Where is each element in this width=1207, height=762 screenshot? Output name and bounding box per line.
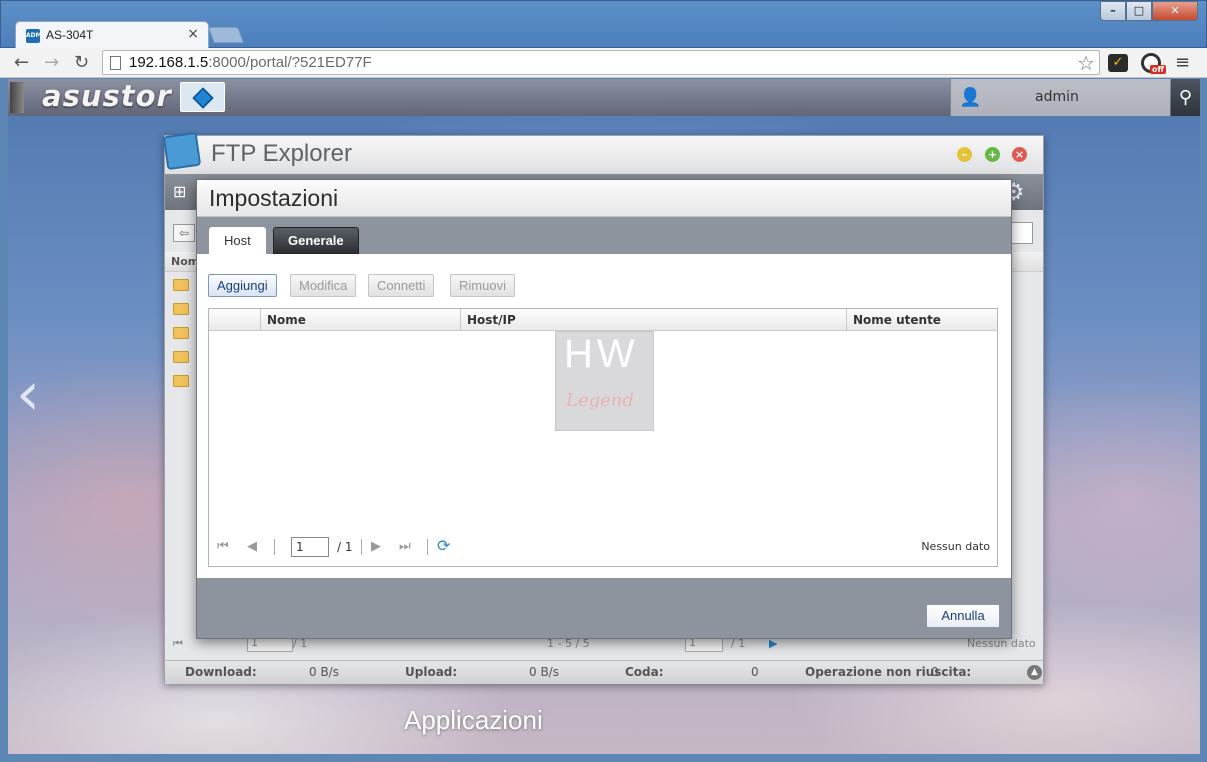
settings-dialog: Impostazioni Host Generale Aggiungi Modi… [196,179,1012,639]
close-window-icon[interactable]: ✕ [1152,1,1198,21]
folder-icon[interactable] [173,303,189,315]
refresh-icon[interactable]: ⟳ [437,536,450,555]
browser-menu-icon[interactable]: ≡ [1175,52,1190,73]
dialog-tabbar: Host Generale [197,218,1011,254]
cancel-button[interactable]: Annulla [926,604,1000,628]
pager-separator [274,539,275,555]
page-total: / 1 [337,540,353,554]
pager-separator [427,539,428,555]
column-nome-utente[interactable]: Nome utente [846,309,997,331]
user-icon: 👤 [959,87,982,108]
remove-host-button[interactable]: Rimuovi [450,274,515,297]
extension-badge: off [1150,65,1166,74]
connect-host-button[interactable]: Connetti [368,274,435,297]
adm-desktop: asustor 👤 admin ⚲ ‹ Applicazioni FTP Exp… [8,79,1200,754]
desktop-prev-arrow-icon[interactable]: ‹ [16,359,40,429]
download-value: 0 B/s [309,665,339,679]
next-page-icon[interactable]: ▶ [371,539,381,554]
username: admin [1035,89,1079,105]
folder-icon[interactable] [173,375,189,387]
last-page-icon[interactable]: ⏭ [399,539,411,554]
taskbar-grip[interactable] [10,82,24,113]
reload-icon[interactable]: ↻ [74,52,89,73]
browser-tab[interactable]: ADM AS-304T × [15,21,209,49]
url-path: :8000/portal/?521ED77F [208,54,372,71]
asustor-logo: asustor [42,79,172,113]
failed-value: 0 [931,665,939,679]
host-table-pager: ⏮ ◀ 1 / 1 ▶ ⏭ ⟳ Nessun dato [209,533,997,563]
host-table-header: Nome Host/IP Nome utente [209,309,997,331]
url-host: 192.168.1.5 [129,54,209,71]
adm-favicon-icon: ADM [26,29,42,43]
cube-app-icon [192,87,214,109]
prev-page-icon[interactable]: ◀ [247,539,257,554]
folder-icon[interactable] [173,351,189,363]
new-tab-button[interactable] [208,27,244,43]
user-menu[interactable]: 👤 admin [950,79,1170,116]
page-icon [110,56,121,70]
bookmark-star-icon[interactable]: ☆ [1077,51,1095,75]
watermark-top: HW [564,332,639,376]
column-select[interactable] [209,309,260,331]
maximize-circle-icon[interactable]: + [985,147,1000,162]
site-tree-icon[interactable]: ⊞ [173,182,186,201]
minimize-icon[interactable]: – [1100,1,1126,21]
pager-info: Nessun dato [921,540,990,553]
failed-label: Operazione non riuscita: [805,665,972,679]
hwlegend-watermark-logo: HW Legend [555,331,654,431]
host-table: Nome Host/IP Nome utente HW Legend ⏮ ◀ 1… [208,308,998,567]
tab-title: AS-304T [46,28,94,42]
first-page-icon[interactable]: ⏮ [217,539,229,554]
adm-taskbar: asustor 👤 admin ⚲ [8,79,1200,116]
forward-arrow-icon[interactable]: → [44,52,59,73]
address-bar[interactable]: 192.168.1.5:8000/portal/?521ED77F ☆ [102,50,1100,75]
maximize-icon[interactable]: □ [1126,1,1152,21]
ftp-window-title: FTP Explorer [211,140,352,167]
desktop-caption: Applicazioni [404,705,543,735]
ftp-explorer-app-icon [162,131,202,171]
tab-generale[interactable]: Generale [273,227,359,254]
back-folder-icon[interactable]: ⇦ [173,224,195,242]
folder-icon[interactable] [173,279,189,291]
browser-titlebar: ADM AS-304T × – □ ✕ [0,0,1207,49]
url-text: 192.168.1.5:8000/portal/?521ED77F [129,54,372,71]
edit-host-button[interactable]: Modifica [290,274,357,297]
search-icon[interactable]: ⚲ [1171,79,1200,116]
upload-label: Upload: [405,665,458,679]
dialog-footer: Annulla [197,578,1011,638]
taskbar-ftp-explorer-button[interactable] [180,82,225,112]
close-circle-icon[interactable]: × [1012,147,1027,162]
queue-label: Coda: [625,665,664,679]
column-host-ip[interactable]: Host/IP [460,309,846,331]
queue-value: 0 [751,665,759,679]
ftp-titlebar[interactable]: FTP Explorer – + × [162,131,1043,174]
extension-check-icon[interactable]: ✓ [1108,54,1128,72]
dialog-titlebar[interactable]: Impostazioni [197,180,1011,217]
transfer-status-bar: Download: 0 B/s Upload: 0 B/s Coda: 0 Op… [165,660,1043,684]
expand-queue-icon[interactable]: ▲ [1027,665,1042,680]
minimize-circle-icon[interactable]: – [957,147,972,162]
column-name-fragment: Nom [171,255,200,268]
tab-host[interactable]: Host [209,227,266,254]
page-number-input[interactable]: 1 [291,537,329,557]
add-host-button[interactable]: Aggiungi [208,274,277,297]
folder-icon[interactable] [173,327,189,339]
watermark-bottom: Legend [566,390,634,411]
host-panel: Aggiungi Modifica Connetti Rimuovi Nome … [197,254,1011,578]
tab-close-icon[interactable]: × [187,26,199,42]
pager-separator [361,539,362,555]
column-nome[interactable]: Nome [260,309,460,331]
back-arrow-icon[interactable]: ← [14,52,29,73]
browser-toolbar: ← → ↻ 192.168.1.5:8000/portal/?521ED77F … [0,48,1207,78]
upload-value: 0 B/s [529,665,559,679]
download-label: Download: [185,665,257,679]
dialog-title: Impostazioni [209,185,339,211]
window-controls: – □ ✕ [1100,1,1198,21]
first-page-icon[interactable]: ⏮ [173,637,183,651]
